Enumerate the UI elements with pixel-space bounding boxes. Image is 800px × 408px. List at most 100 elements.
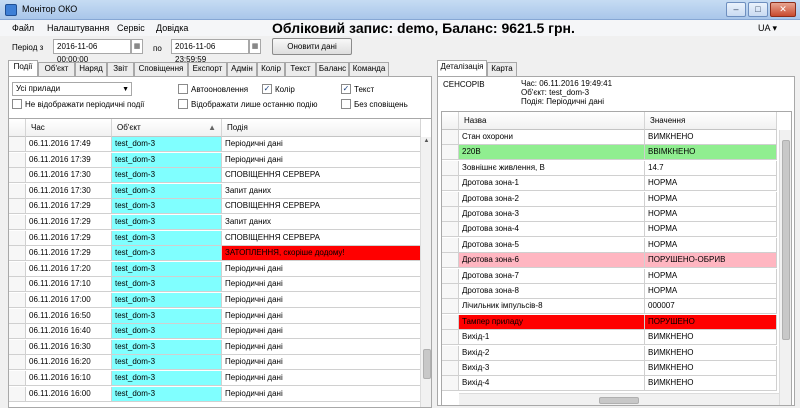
auto-update-checkbox[interactable] bbox=[178, 84, 188, 94]
cell-sensor-value: НОРМА bbox=[645, 237, 777, 253]
row-selector[interactable] bbox=[442, 222, 459, 238]
row-selector[interactable] bbox=[442, 237, 459, 253]
row-selector[interactable] bbox=[442, 268, 459, 284]
tab-balance[interactable]: Баланс bbox=[316, 62, 349, 76]
row-selector[interactable] bbox=[9, 293, 26, 308]
row-selector[interactable] bbox=[442, 145, 459, 161]
text-checkbox[interactable]: ✓ bbox=[341, 84, 351, 94]
row-selector[interactable] bbox=[9, 137, 26, 152]
no-periodic-checkbox[interactable] bbox=[12, 99, 22, 109]
row-selector[interactable] bbox=[442, 284, 459, 299]
period-from-picker[interactable]: 2016-11-06 00:00:00 bbox=[53, 39, 131, 64]
tab-details[interactable]: Деталізація bbox=[437, 60, 487, 76]
column-header-time[interactable]: Час bbox=[26, 119, 112, 137]
row-selector[interactable] bbox=[9, 168, 26, 184]
row-selector[interactable] bbox=[442, 376, 459, 392]
devices-select[interactable]: Усі прилади ▼ bbox=[12, 82, 132, 96]
sensors-scrollbar[interactable] bbox=[779, 130, 791, 405]
cell-event: Періодичні дані bbox=[222, 324, 421, 340]
row-selector[interactable] bbox=[9, 277, 26, 293]
row-selector[interactable] bbox=[9, 246, 26, 262]
cell-object: test_dom-3 bbox=[112, 277, 222, 293]
tab-events[interactable]: Події bbox=[8, 60, 38, 76]
column-header-object[interactable]: Об'єкт ▲ bbox=[112, 119, 222, 137]
row-selector[interactable] bbox=[442, 191, 459, 207]
cell-object: test_dom-3 bbox=[112, 152, 222, 168]
tab-text[interactable]: Текст bbox=[285, 62, 316, 76]
events-scrollbar[interactable]: ▲ bbox=[420, 137, 431, 407]
row-selector[interactable] bbox=[9, 308, 26, 324]
cell-time: 06.11.2016 17:29 bbox=[26, 230, 112, 246]
column-header-event[interactable]: Подія bbox=[222, 119, 421, 137]
scroll-up-icon[interactable]: ▲ bbox=[421, 138, 431, 144]
hscroll-thumb[interactable] bbox=[599, 397, 639, 404]
cell-sensor-value: ВИМКНЕНО bbox=[645, 345, 777, 361]
row-selector[interactable] bbox=[442, 330, 459, 346]
period-to-picker[interactable]: 2016-11-06 23:59:59 bbox=[171, 39, 249, 64]
cell-sensor-value: ПОРУШЕНО-ОБРИВ bbox=[645, 253, 777, 269]
row-selector[interactable] bbox=[442, 176, 459, 192]
close-button[interactable]: ✕ bbox=[770, 2, 796, 17]
row-selector[interactable] bbox=[442, 160, 459, 176]
sensors-grid: Назва Значення Стан охорони ВИМКНЕНО 220В В… bbox=[441, 111, 792, 406]
color-checkbox[interactable]: ✓ bbox=[262, 84, 272, 94]
tab-admin[interactable]: Адмін bbox=[227, 62, 257, 76]
calendar-icon[interactable]: ▦ bbox=[249, 39, 261, 54]
row-selector[interactable] bbox=[9, 355, 26, 371]
cell-sensor-value: ВИМКНЕНО bbox=[645, 130, 777, 145]
cell-sensor-name: Лічильник імпульсів-8 bbox=[459, 299, 645, 315]
menu-settings[interactable]: Налаштування bbox=[47, 23, 109, 33]
scroll-thumb[interactable] bbox=[782, 140, 790, 340]
tab-object[interactable]: Об'єкт bbox=[38, 62, 75, 76]
row-selector[interactable] bbox=[442, 130, 459, 145]
row-selector[interactable] bbox=[9, 371, 26, 386]
tab-command[interactable]: Команда bbox=[349, 62, 389, 76]
row-selector[interactable] bbox=[9, 386, 26, 402]
cell-time: 06.11.2016 17:00 bbox=[26, 293, 112, 308]
last-only-checkbox[interactable] bbox=[178, 99, 188, 109]
column-header-value[interactable]: Значення bbox=[645, 112, 777, 130]
language-select[interactable]: UA ▾ bbox=[758, 23, 777, 34]
sensors-label: СЕНСОРІВ bbox=[443, 80, 485, 89]
menu-service[interactable]: Сервіс bbox=[117, 23, 145, 33]
row-selector[interactable] bbox=[442, 345, 459, 361]
sensors-hscrollbar[interactable] bbox=[459, 393, 779, 405]
period-from-label: Період з bbox=[12, 43, 44, 52]
no-alerts-checkbox[interactable] bbox=[341, 99, 351, 109]
row-selector[interactable] bbox=[442, 361, 459, 376]
row-selector[interactable] bbox=[442, 314, 459, 330]
tab-export[interactable]: Експорт bbox=[188, 62, 227, 76]
row-selector[interactable] bbox=[9, 261, 26, 277]
menu-help[interactable]: Довідка bbox=[156, 23, 188, 33]
row-selector[interactable] bbox=[9, 324, 26, 340]
tab-notifications[interactable]: Сповіщення bbox=[134, 62, 188, 76]
row-selector[interactable] bbox=[9, 183, 26, 199]
row-selector[interactable] bbox=[442, 253, 459, 269]
row-selector[interactable] bbox=[442, 207, 459, 222]
cell-sensor-name: 220В bbox=[459, 145, 645, 161]
scroll-thumb[interactable] bbox=[423, 349, 431, 379]
cell-object: test_dom-3 bbox=[112, 355, 222, 371]
cell-time: 06.11.2016 17:29 bbox=[26, 199, 112, 215]
row-selector[interactable] bbox=[9, 339, 26, 355]
row-selector[interactable] bbox=[9, 230, 26, 246]
cell-event: Періодичні дані bbox=[222, 293, 421, 308]
cell-sensor-value: НОРМА bbox=[645, 176, 777, 192]
row-selector[interactable] bbox=[9, 152, 26, 168]
tab-map[interactable]: Карта bbox=[487, 62, 517, 76]
tab-color[interactable]: Колір bbox=[257, 62, 285, 76]
menu-file[interactable]: Файл bbox=[12, 23, 34, 33]
row-selector[interactable] bbox=[9, 199, 26, 215]
cell-sensor-name: Вихід-1 bbox=[459, 330, 645, 346]
cell-sensor-value: ВИМКНЕНО bbox=[645, 361, 777, 376]
cell-time: 06.11.2016 17:30 bbox=[26, 168, 112, 184]
tab-report[interactable]: Звіт bbox=[107, 62, 134, 76]
maximize-button[interactable]: □ bbox=[748, 2, 768, 17]
tab-squad[interactable]: Наряд bbox=[75, 62, 107, 76]
refresh-data-button[interactable]: Оновити дані bbox=[272, 38, 352, 55]
calendar-icon[interactable]: ▦ bbox=[131, 39, 143, 54]
row-selector[interactable] bbox=[9, 215, 26, 230]
minimize-button[interactable]: – bbox=[726, 2, 746, 17]
row-selector[interactable] bbox=[442, 299, 459, 315]
column-header-name[interactable]: Назва bbox=[459, 112, 645, 130]
